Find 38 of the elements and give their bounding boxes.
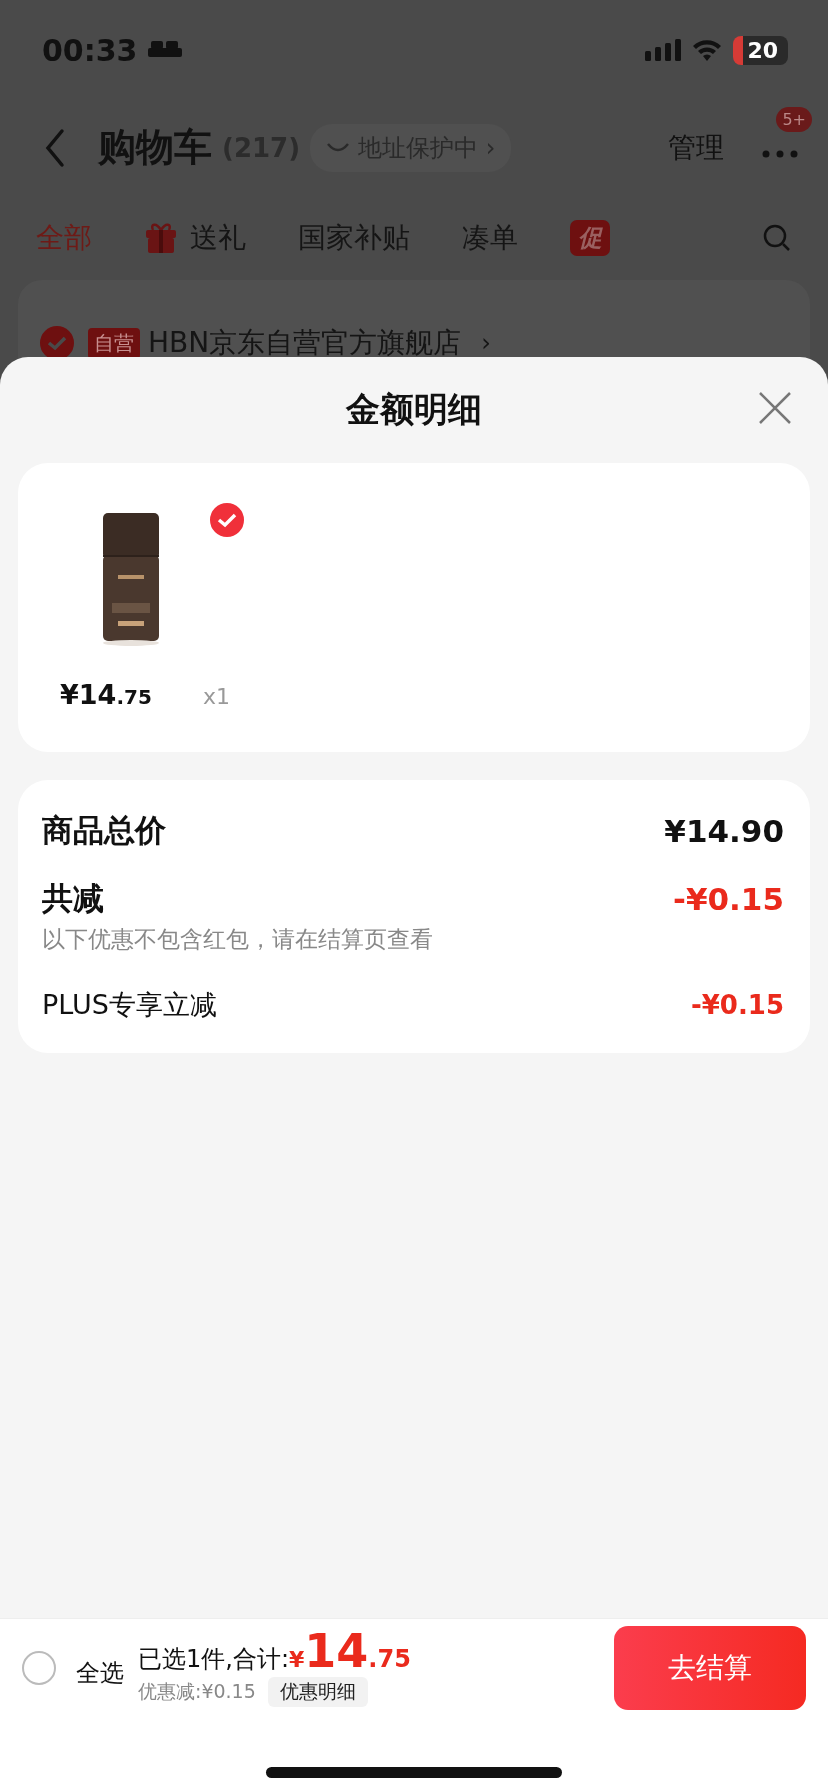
selection-summary: 已选1件,合计: (138, 1644, 289, 1675)
notification-badge: 5+ (776, 107, 812, 132)
summary-amount: -¥0.15 (673, 881, 784, 917)
more-icon[interactable] (762, 150, 798, 158)
store-tag: 自营 (88, 327, 140, 359)
battery-indicator: 20 (733, 35, 788, 65)
summary-note: 以下优惠不包含红包，请在结算页查看 (42, 925, 434, 954)
signal-icon (645, 39, 682, 61)
wifi-icon (691, 38, 724, 62)
item-price: ¥14.75 (60, 679, 152, 710)
page-title: 购物车 (98, 124, 212, 171)
search-icon[interactable] (762, 222, 792, 253)
item-quantity: x1 (202, 684, 230, 709)
check-icon (47, 335, 67, 351)
manage-link[interactable]: 管理 (668, 128, 724, 167)
discount-label: PLUS专享立减 (42, 988, 217, 1022)
summary-label: 共减 (42, 879, 104, 918)
select-all-radio[interactable] (22, 1650, 56, 1685)
back-icon[interactable] (44, 127, 66, 168)
status-time: 00:33 (42, 32, 138, 68)
checkout-button[interactable]: 去结算 (614, 1625, 806, 1710)
chevron-icon: › (481, 329, 491, 357)
promo-tab[interactable]: 促 (570, 219, 610, 256)
select-all-label[interactable]: 全选 (76, 1656, 124, 1689)
store-checkbox[interactable] (40, 326, 74, 360)
bed-icon (147, 40, 182, 60)
check-icon (217, 512, 237, 528)
total-price: ¥14.75 (289, 1628, 411, 1674)
discount-amount: -¥0.15 (690, 990, 784, 1020)
discount-summary: 优惠减:¥0.15 (138, 1679, 256, 1704)
sheet-title: 金额明细 (346, 388, 482, 431)
smile-icon (326, 141, 351, 154)
close-icon[interactable] (758, 391, 792, 425)
discount-details-button[interactable]: 优惠明细 (267, 1677, 368, 1707)
gift-icon (144, 221, 178, 254)
summary-amount: ¥14.90 (664, 813, 784, 849)
item-checkbox[interactable] (210, 503, 244, 537)
summary-label: 商品总价 (42, 811, 166, 850)
